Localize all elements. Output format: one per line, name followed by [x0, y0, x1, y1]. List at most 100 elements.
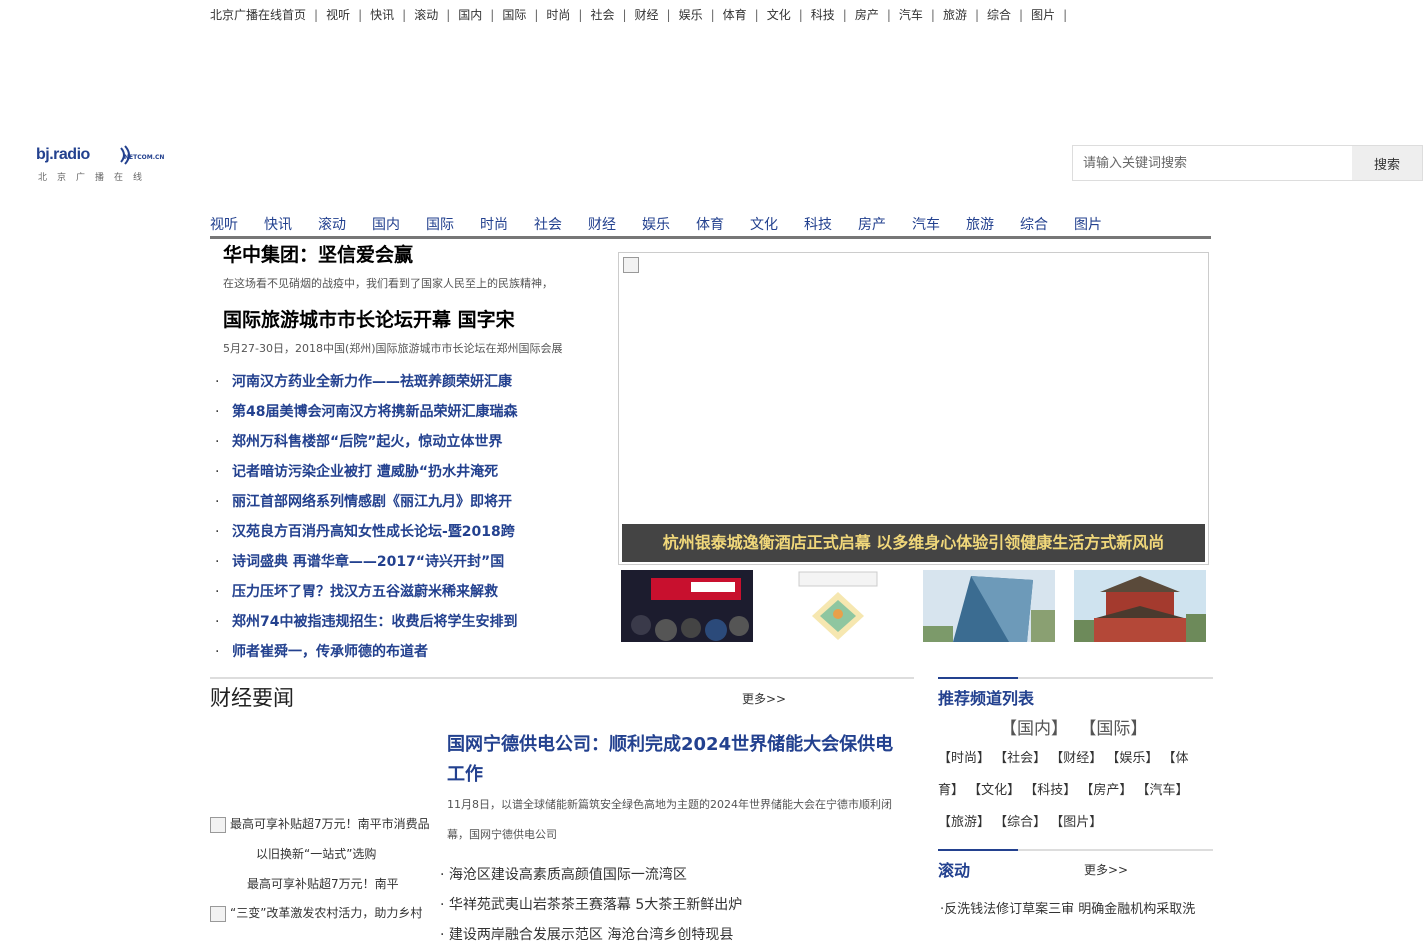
list-item[interactable]: · 郑州74中被指违规招生：收费后将学生安排到 — [215, 612, 605, 642]
channel-link[interactable]: 【国际】 — [1079, 719, 1147, 739]
list-item-title[interactable]: 第48届美博会河南汉方将携新品荣妍汇康瑞森 — [232, 404, 517, 420]
top-nav-item[interactable]: 娱乐 — [679, 6, 703, 23]
finance-list-item[interactable]: · 华祥苑武夷山岩茶茶王赛落幕 5大茶王新鲜出炉 — [440, 892, 742, 922]
nav-separator: | — [490, 8, 495, 22]
top-nav-item[interactable]: 科技 — [811, 6, 835, 23]
bullet-icon: · — [215, 404, 220, 420]
nav-separator: | — [622, 8, 627, 22]
section-divider — [210, 677, 914, 679]
top-nav-item[interactable]: 滚动 — [414, 6, 438, 23]
top-nav-item[interactable]: 视听 — [326, 6, 350, 23]
channel-nav-item[interactable]: 快讯 — [264, 214, 292, 234]
rolling-more-link[interactable]: 更多>> — [1084, 861, 1128, 878]
search-button[interactable]: 搜索 — [1352, 146, 1422, 180]
finance-pic-caption-line[interactable]: 以旧换新“一站式”选购 — [256, 845, 376, 862]
headline-title[interactable]: 华中集团：坚信爱会赢 — [223, 240, 553, 267]
channel-nav-item[interactable]: 国内 — [372, 214, 400, 234]
channel-nav-item[interactable]: 时尚 — [480, 214, 508, 234]
headline-2[interactable]: 国际旅游城市市长论坛开幕 国字宋 5月27-30日，2018中国(郑州)国际旅游… — [223, 305, 563, 356]
list-item[interactable]: · 第48届美博会河南汉方将携新品荣妍汇康瑞森 — [215, 402, 605, 432]
thumbnail-building[interactable] — [923, 570, 1055, 642]
bullet-icon: · — [215, 644, 220, 660]
list-item[interactable]: · 记者暗访污染企业被打 遭威胁“扔水井淹死 — [215, 462, 605, 492]
finance-pic-caption[interactable]: 最高可享补贴超7万元！南平市消费品 — [210, 815, 430, 833]
channel-nav-item[interactable]: 娱乐 — [642, 214, 670, 234]
channel-nav-item[interactable]: 国际 — [426, 214, 454, 234]
list-item[interactable]: · 诗词盛典 再谱华章——2017“诗兴开封”国 — [215, 552, 605, 582]
nav-separator: | — [314, 8, 319, 22]
channel-nav-item[interactable]: 社会 — [534, 214, 562, 234]
finance-more-link[interactable]: 更多>> — [742, 690, 786, 707]
thumbnail-canon-expo[interactable] — [621, 570, 753, 642]
channel-nav-item[interactable]: 文化 — [750, 214, 778, 234]
list-item-title[interactable]: 记者暗访污染企业被打 遭威胁“扔水井淹死 — [232, 464, 498, 480]
slide-caption[interactable]: 杭州银泰城逸衡酒店正式启幕 以多维身心体验引领健康生活方式新风尚 — [622, 524, 1205, 562]
recommend-small-channels[interactable]: 【时尚】 【社会】 【财经】 【娱乐】 【体育】 【文化】 【科技】 【房产】 … — [938, 743, 1198, 839]
channel-nav-item[interactable]: 视听 — [210, 214, 238, 234]
channel-nav-item[interactable]: 体育 — [696, 214, 724, 234]
list-item-title[interactable]: 师者崔舜一，传承师德的布道者 — [232, 644, 428, 660]
list-item[interactable]: · 郑州万科售楼部“后院”起火，惊动立体世界 — [215, 432, 605, 462]
nav-separator: | — [358, 8, 363, 22]
nav-separator: | — [754, 8, 759, 22]
headline-1[interactable]: 华中集团：坚信爱会赢 在这场看不见硝烟的战疫中，我们看到了国家人民至上的民族精神… — [223, 240, 553, 291]
search-input[interactable] — [1073, 146, 1353, 180]
list-item-title[interactable]: 郑州74中被指违规招生：收费后将学生安排到 — [232, 614, 517, 630]
nav-separator: | — [798, 8, 803, 22]
finance-list-title[interactable]: 华祥苑武夷山岩茶茶王赛落幕 5大茶王新鲜出炉 — [449, 897, 742, 913]
channel-nav-item[interactable]: 财经 — [588, 214, 616, 234]
list-item-title[interactable]: 郑州万科售楼部“后院”起火，惊动立体世界 — [232, 434, 502, 450]
top-nav-item[interactable]: 社会 — [590, 6, 614, 23]
channel-nav-item[interactable]: 科技 — [804, 214, 832, 234]
nav-separator: | — [710, 8, 715, 22]
channel-nav-item[interactable]: 综合 — [1020, 214, 1048, 234]
top-nav-item[interactable]: 快讯 — [370, 6, 394, 23]
top-nav-item[interactable]: 汽车 — [899, 6, 923, 23]
top-nav-item[interactable]: 国内 — [458, 6, 482, 23]
channel-nav-item[interactable]: 滚动 — [318, 214, 346, 234]
finance-section-title: 财经要闻 — [210, 686, 294, 710]
list-item[interactable]: · 师者崔舜一，传承师德的布道者 — [215, 642, 605, 672]
channel-nav-item[interactable]: 旅游 — [966, 214, 994, 234]
list-item[interactable]: · 汉苑良方百消丹高知女性成长论坛-暨2018跨 — [215, 522, 605, 552]
channel-nav-item[interactable]: 图片 — [1074, 214, 1102, 234]
list-item-title[interactable]: 压力压坏了胃？找汉方五谷滋蔚米稀来解救 — [232, 584, 498, 600]
top-nav-item[interactable]: 图片 — [1031, 6, 1055, 23]
channel-nav-item[interactable]: 房产 — [858, 214, 886, 234]
top-nav-item[interactable]: 旅游 — [943, 6, 967, 23]
top-nav-item[interactable]: 国际 — [502, 6, 526, 23]
finance-list-item[interactable]: · 建设两岸融合发展示范区 海沧台湾乡创特现县 — [440, 922, 742, 952]
list-item[interactable]: · 河南汉方药业全新力作——祛斑养颜荣妍汇康 — [215, 372, 605, 402]
featured-slideshow[interactable]: 杭州银泰城逸衡酒店正式启幕 以多维身心体验引领健康生活方式新风尚 — [618, 252, 1209, 565]
bullet-icon: · — [440, 897, 449, 913]
channel-nav: 视听 快讯 滚动 国内 国际 时尚 社会 财经 娱乐 体育 文化 科技 房产 汽车 旅游 综合 图片 — [210, 212, 1211, 239]
list-item[interactable]: · 压力压坏了胃？找汉方五谷滋蔚米稀来解救 — [215, 582, 605, 612]
finance-pic-caption[interactable]: “三变”改革激发农村活力，助力乡村 — [210, 904, 422, 922]
nav-separator: | — [1019, 8, 1024, 22]
thumbnail-palace[interactable] — [1074, 570, 1206, 642]
search-box: 搜索 — [1072, 145, 1423, 181]
list-item-title[interactable]: 汉苑良方百消丹高知女性成长论坛-暨2018跨 — [232, 524, 515, 540]
top-nav-item[interactable]: 综合 — [987, 6, 1011, 23]
rolling-item[interactable]: ·反洗钱法修订草案三审 明确金融机构采取洗 — [940, 898, 1195, 917]
finance-list-title[interactable]: 建设两岸融合发展示范区 海沧台湾乡创特现县 — [449, 927, 733, 943]
list-item-title[interactable]: 丽江首部网络系列情感剧《丽江九月》即将开 — [232, 494, 512, 510]
top-nav-item[interactable]: 体育 — [723, 6, 747, 23]
top-nav-item[interactable]: 财经 — [635, 6, 659, 23]
top-nav-item[interactable]: 房产 — [855, 6, 879, 23]
channel-link[interactable]: 【国内】 — [1000, 719, 1068, 739]
top-nav-item[interactable]: 时尚 — [546, 6, 570, 23]
top-nav-item[interactable]: 北京广播在线首页 — [210, 6, 306, 23]
top-nav-item[interactable]: 文化 — [767, 6, 791, 23]
list-item[interactable]: · 丽江首部网络系列情感剧《丽江九月》即将开 — [215, 492, 605, 522]
site-logo[interactable]: bj.radio NETCOM.CN 北京广播在线 — [34, 144, 179, 184]
finance-list-item[interactable]: · 海沧区建设高素质高颜值国际一流湾区 — [440, 862, 742, 892]
list-item-title[interactable]: 河南汉方药业全新力作——祛斑养颜荣妍汇康 — [232, 374, 512, 390]
list-item-title[interactable]: 诗词盛典 再谱华章——2017“诗兴开封”国 — [232, 554, 504, 570]
headline-title[interactable]: 国际旅游城市市长论坛开幕 国字宋 — [223, 305, 563, 332]
channel-nav-item[interactable]: 汽车 — [912, 214, 940, 234]
thumbnail-poster[interactable] — [772, 570, 904, 642]
finance-headline[interactable]: 国网宁德供电公司：顺利完成2024世界储能大会保供电工作 — [447, 730, 907, 790]
finance-list-title[interactable]: 海沧区建设高素质高颜值国际一流湾区 — [449, 867, 687, 883]
finance-pic-caption-line[interactable]: 最高可享补贴超7万元！南平 — [247, 875, 399, 892]
